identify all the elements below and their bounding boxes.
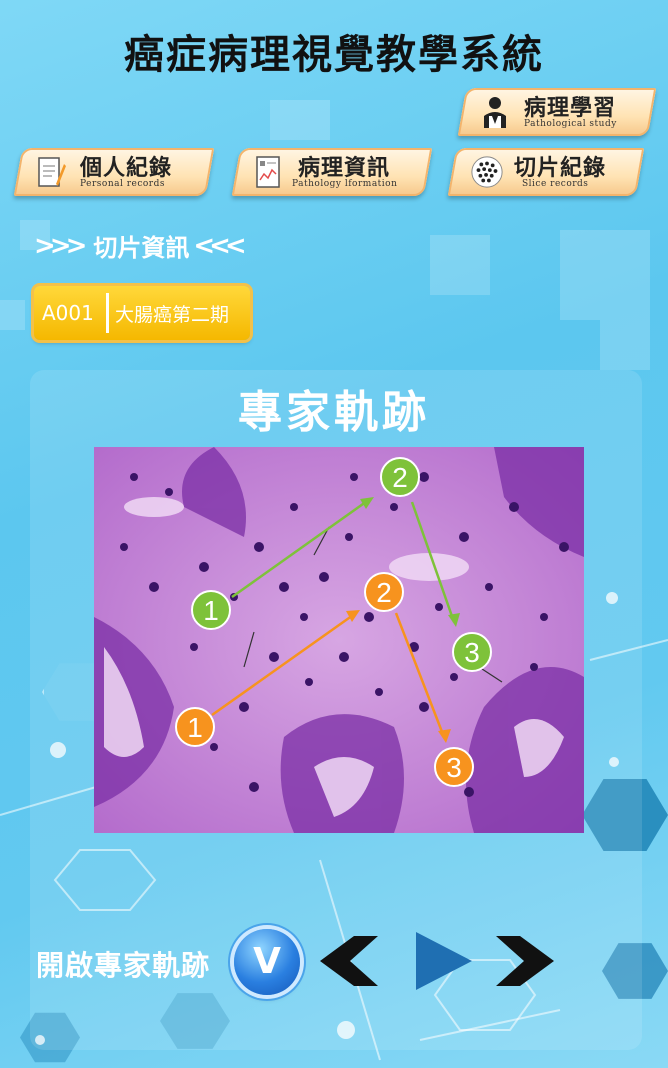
slice-records-label: 切片紀錄 — [514, 156, 607, 181]
double-chevron-left-icon: <<< — [193, 230, 246, 261]
personal-records-button[interactable]: 個人紀錄 Personal records — [13, 148, 215, 196]
case-id: A001 — [42, 301, 94, 325]
panel-title: 專家軌跡 — [238, 387, 430, 438]
green-marker-3: 3 — [464, 637, 480, 668]
play-icon[interactable] — [412, 930, 474, 992]
toggle-expert-trajectory-label: 開啟專家軌跡 — [36, 949, 211, 982]
slide-dots-icon — [471, 156, 503, 188]
pathology-info-sub: Pathology lformation — [292, 179, 398, 189]
next-icon[interactable] — [494, 934, 558, 988]
personal-records-label: 個人紀錄 — [80, 156, 173, 181]
pathology-study-button[interactable]: 病理學習 Pathological study — [457, 88, 657, 136]
slide-image[interactable]: 1 2 3 1 2 3 — [94, 447, 584, 833]
previous-icon[interactable] — [316, 934, 380, 988]
notepad-icon — [38, 157, 66, 187]
green-marker-2: 2 — [392, 462, 408, 493]
case-name: 大腸癌第二期 — [115, 303, 230, 326]
orange-marker-1: 1 — [187, 712, 203, 743]
pathology-study-sub: Pathological study — [524, 119, 617, 129]
histology-image: 1 2 3 1 2 3 — [94, 447, 584, 833]
section-heading-label: 切片資訊 — [93, 234, 190, 262]
app-title: 癌症病理視覺教學系統 — [124, 32, 544, 78]
toggle-expert-trajectory-button[interactable]: V — [234, 929, 300, 995]
orange-marker-2: 2 — [376, 577, 392, 608]
pathology-info-button[interactable]: 病理資訊 Pathology lformation — [231, 148, 433, 196]
green-marker-1: 1 — [203, 595, 219, 626]
section-heading: >>> 切片資訊 <<< — [34, 228, 247, 263]
report-chart-icon — [256, 156, 280, 188]
slice-records-button[interactable]: 切片紀錄 Slice records — [447, 148, 645, 196]
slice-records-sub: Slice records — [522, 179, 589, 189]
doctor-icon — [484, 97, 506, 128]
case-divider — [106, 293, 109, 333]
personal-records-sub: Personal records — [80, 179, 165, 189]
pathology-study-label: 病理學習 — [524, 96, 617, 121]
orange-marker-3: 3 — [446, 752, 462, 783]
case-selector[interactable]: A001 大腸癌第二期 — [34, 286, 250, 340]
double-chevron-right-icon: >>> — [34, 230, 87, 261]
pathology-info-label: 病理資訊 — [298, 156, 391, 181]
